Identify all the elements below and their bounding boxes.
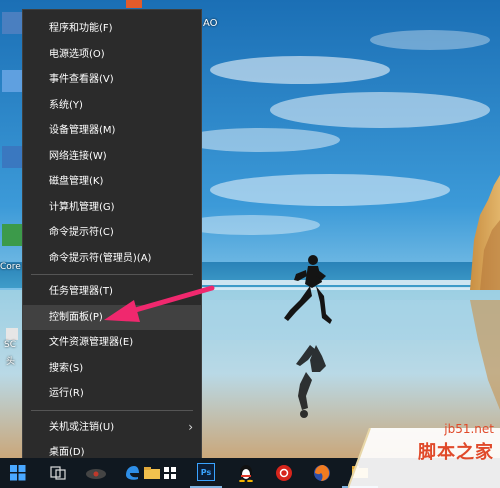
taskbar-qq[interactable] xyxy=(228,458,264,488)
menu-item-label: 任务管理器(T) xyxy=(49,286,113,297)
start-button[interactable] xyxy=(0,458,36,488)
menu-item-1-4[interactable]: 运行(R) xyxy=(23,381,201,406)
desktop-top-icon[interactable] xyxy=(126,0,142,8)
task-view-icon xyxy=(50,466,66,480)
menu-item-0-7[interactable]: 计算机管理(G) xyxy=(23,195,201,220)
store-icon xyxy=(164,467,176,479)
menu-separator xyxy=(31,274,193,275)
desktop-label-extra: 头 xyxy=(6,357,16,367)
menu-item-label: 桌面(D) xyxy=(49,447,85,458)
firefox-icon xyxy=(314,465,330,481)
menu-item-0-0[interactable]: 程序和功能(F) xyxy=(23,16,201,41)
menu-item-label: 运行(R) xyxy=(49,388,84,399)
desktop-icon-core[interactable] xyxy=(2,224,22,246)
desktop-icon-2[interactable] xyxy=(2,70,22,92)
watermark-name: 脚本之家 xyxy=(418,442,494,463)
menu-item-0-1[interactable]: 电源选项(O) xyxy=(23,42,201,67)
desktop-icon-3[interactable] xyxy=(2,146,22,168)
windows-logo-icon xyxy=(10,465,26,481)
menu-item-label: 命令提示符(管理员)(A) xyxy=(49,252,152,264)
menu-item-label: 电源选项(O) xyxy=(49,48,105,60)
menu-item-0-3[interactable]: 系统(Y) xyxy=(23,93,201,118)
menu-item-1-0[interactable]: 任务管理器(T) xyxy=(23,279,201,304)
menu-item-1-3[interactable]: 搜索(S) xyxy=(23,356,201,381)
taskbar-photoshop[interactable]: Ps xyxy=(190,458,222,488)
taskbar-media-app[interactable] xyxy=(78,458,114,488)
menu-item-0-6[interactable]: 磁盘管理(K) xyxy=(23,169,201,194)
menu-separator xyxy=(31,409,193,411)
taskbar-store[interactable] xyxy=(152,458,188,488)
menu-item-label: 命令提示符(C) xyxy=(49,227,114,238)
netease-music-icon xyxy=(276,465,292,481)
media-app-icon xyxy=(86,469,106,479)
menu-item-label: 系统(Y) xyxy=(49,99,83,111)
menu-item-1-1[interactable]: 控制面板(P) xyxy=(23,304,201,330)
desktop-icon-sc[interactable] xyxy=(6,328,18,340)
menu-item-label: 设备管理器(M) xyxy=(49,125,116,136)
chevron-right-icon: › xyxy=(188,419,193,434)
power-user-menu: 程序和功能(F) 电源选项(O) 事件查看器(V) 系统(Y) 设备管理器(M) 网络连接… xyxy=(22,9,202,465)
menu-item-0-4[interactable]: 设备管理器(M) xyxy=(23,118,201,143)
menu-item-0-2[interactable]: 事件查看器(V) xyxy=(23,67,201,92)
menu-item-label: 文件资源管理器(E) xyxy=(49,337,134,348)
menu-item-1-2[interactable]: 文件资源管理器(E) xyxy=(23,330,201,355)
watermark-site: jb51.net xyxy=(444,422,494,436)
desktop-icon-1[interactable] xyxy=(2,12,22,34)
menu-item-label: 程序和功能(F) xyxy=(49,23,113,34)
menu-item-label: 事件查看器(V) xyxy=(49,74,114,85)
qq-penguin-icon xyxy=(239,465,253,482)
menu-item-0-8[interactable]: 命令提示符(C) xyxy=(23,220,201,245)
desktop-label-core: Core xyxy=(0,262,21,272)
photoshop-icon-label: Ps xyxy=(200,467,212,477)
taskbar-firefox[interactable] xyxy=(304,458,340,488)
menu-item-label: 搜索(S) xyxy=(49,362,84,374)
taskbar-netease-music[interactable] xyxy=(266,458,302,488)
desktop-top-label: AO xyxy=(203,18,218,29)
menu-item-label: 控制面板(P) xyxy=(49,311,103,323)
desktop-label-sc: SC xyxy=(4,340,16,350)
menu-item-0-9[interactable]: 命令提示符(管理员)(A) xyxy=(23,246,201,271)
menu-item-2-0[interactable]: 关机或注销(U) › xyxy=(23,415,201,440)
menu-item-label: 磁盘管理(K) xyxy=(49,176,104,187)
photoshop-icon: Ps xyxy=(197,463,215,481)
task-view-button[interactable] xyxy=(40,458,76,488)
menu-item-label: 关机或注销(U) xyxy=(49,421,115,433)
menu-item-label: 网络连接(W) xyxy=(49,150,107,162)
menu-item-0-5[interactable]: 网络连接(W) xyxy=(23,144,201,169)
menu-item-label: 计算机管理(G) xyxy=(49,201,115,213)
